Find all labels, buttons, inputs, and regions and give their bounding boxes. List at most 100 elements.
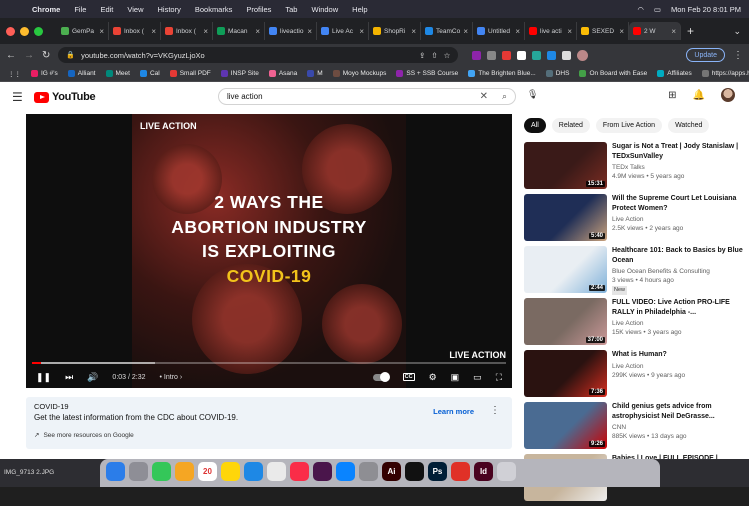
- bookmark-item[interactable]: Alliant: [67, 70, 96, 77]
- chip-from-live-action[interactable]: From Live Action: [595, 118, 663, 133]
- bookmark-item[interactable]: The Brighten Blue...: [468, 70, 536, 77]
- video-title[interactable]: What is Human?: [612, 350, 685, 360]
- video-thumbnail[interactable]: 9:26: [524, 402, 607, 449]
- slack-icon[interactable]: [313, 462, 332, 481]
- search-input[interactable]: live action ✕ ⌕: [218, 88, 516, 105]
- settings-gear-icon[interactable]: ⚙: [429, 372, 437, 383]
- browser-tab[interactable]: Untitled ×: [473, 22, 525, 40]
- menu-help[interactable]: Help: [352, 5, 367, 14]
- close-tab-icon[interactable]: ×: [359, 27, 364, 36]
- chrome-icon[interactable]: [267, 462, 286, 481]
- autoplay-toggle[interactable]: [372, 371, 390, 382]
- photoshop-icon[interactable]: Ps: [428, 462, 447, 481]
- search-icon[interactable]: ⌕: [502, 91, 507, 102]
- close-tab-icon[interactable]: ×: [619, 27, 624, 36]
- recommended-video[interactable]: 15:31 Sugar is Not a Treat | Jody Stanis…: [524, 142, 744, 193]
- lock-icon[interactable]: 🔒: [66, 51, 75, 59]
- close-tab-icon[interactable]: ×: [567, 27, 572, 36]
- video-frame[interactable]: LIVE ACTION 2 WAYS THE ABORTION INDUSTRY…: [132, 114, 406, 388]
- bookmark-item[interactable]: Affiliates: [657, 70, 692, 77]
- back-button[interactable]: ←: [6, 50, 16, 61]
- video-thumbnail[interactable]: 5:40: [524, 194, 607, 241]
- bookmark-item[interactable]: Moyo Mockups: [332, 70, 386, 77]
- user-avatar[interactable]: [721, 88, 735, 102]
- hamburger-menu-icon[interactable]: ☰: [12, 90, 34, 104]
- bookmark-item[interactable]: DHS: [545, 70, 569, 77]
- minimize-window-button[interactable]: [20, 26, 29, 36]
- settings-icon[interactable]: [359, 462, 378, 481]
- browser-tab[interactable]: Macan ×: [213, 22, 265, 40]
- next-icon[interactable]: ⏭: [65, 372, 73, 383]
- learn-more-link[interactable]: Learn more: [433, 407, 474, 416]
- channel-name[interactable]: Blue Ocean Benefits & Consulting: [612, 267, 744, 276]
- info-panel-menu-icon[interactable]: ⋮: [490, 405, 500, 416]
- bookmark-item[interactable]: SS + SSB Course: [396, 70, 458, 77]
- bookmark-item[interactable]: IG #'s: [31, 70, 58, 77]
- menu-clock[interactable]: Mon Feb 20 8:01 PM: [671, 5, 741, 14]
- recommended-video[interactable]: 5:40 Will the Supreme Court Let Louisian…: [524, 194, 744, 245]
- bookmark-item[interactable]: M: [307, 70, 323, 77]
- acrobat-icon[interactable]: [451, 462, 470, 481]
- video-thumbnail[interactable]: 2:44: [524, 246, 607, 293]
- recommended-video[interactable]: 2:44 Healthcare 101: Back to Basics by B…: [524, 246, 744, 297]
- browser-tab[interactable]: TeamCo ×: [421, 22, 473, 40]
- notifications-bell-icon[interactable]: 🔔: [693, 90, 705, 101]
- address-bar[interactable]: 🔒 youtube.com/watch?v=VKGyuzLjoXo ⇪ ⇧ ☆: [58, 47, 459, 63]
- close-tab-icon[interactable]: ×: [255, 27, 260, 36]
- share-icon[interactable]: ⇧: [431, 51, 437, 60]
- reload-button[interactable]: ↻: [42, 50, 50, 61]
- video-progress-bar[interactable]: [32, 362, 506, 364]
- desktop-file-label[interactable]: IMG_9713 2.JPG: [4, 469, 54, 476]
- illustrator-icon[interactable]: Ai: [382, 462, 401, 481]
- browser-tab[interactable]: live acti ×: [525, 22, 577, 40]
- trash-icon[interactable]: [497, 462, 516, 481]
- figma-icon[interactable]: [405, 462, 424, 481]
- chip-watched[interactable]: Watched: [668, 118, 710, 133]
- volume-icon[interactable]: 🔊: [87, 372, 98, 383]
- channel-name[interactable]: Live Action: [612, 362, 685, 371]
- more-menu-icon[interactable]: ⋮: [733, 50, 743, 61]
- menu-edit[interactable]: Edit: [100, 5, 113, 14]
- video-player[interactable]: LIVE ACTION 2 WAYS THE ABORTION INDUSTRY…: [26, 114, 512, 388]
- clear-search-icon[interactable]: ✕: [480, 91, 488, 102]
- menu-bookmarks[interactable]: Bookmarks: [195, 5, 233, 14]
- chip-all[interactable]: All: [524, 118, 546, 133]
- browser-tab[interactable]: GemPa ×: [57, 22, 109, 40]
- indesign-icon[interactable]: Id: [474, 462, 493, 481]
- close-window-button[interactable]: [6, 26, 15, 36]
- captions-icon[interactable]: CC: [402, 373, 415, 381]
- browser-tab[interactable]: Inbox ( ×: [161, 22, 213, 40]
- zoom-window-button[interactable]: [34, 26, 43, 36]
- miniplayer-icon[interactable]: ▣: [451, 372, 460, 383]
- menu-window[interactable]: Window: [311, 5, 338, 14]
- recommended-video[interactable]: 9:26 Child genius gets advice from astro…: [524, 402, 744, 453]
- profile-avatar[interactable]: [577, 49, 589, 61]
- battery-icon[interactable]: ▭: [654, 5, 661, 14]
- browser-tab[interactable]: Live Ac ×: [317, 22, 369, 40]
- chip-related[interactable]: Related: [551, 118, 590, 133]
- close-tab-icon[interactable]: ×: [99, 27, 104, 36]
- pause-icon[interactable]: ❚❚: [36, 372, 51, 383]
- photos-icon[interactable]: [175, 462, 194, 481]
- music-icon[interactable]: [290, 462, 309, 481]
- calendar-icon[interactable]: 20: [198, 462, 217, 481]
- bookmark-item[interactable]: Cal: [139, 70, 160, 77]
- appstore-icon[interactable]: [336, 462, 355, 481]
- youtube-logo[interactable]: YouTube: [34, 91, 96, 103]
- voice-search-icon[interactable]: 🎙: [527, 89, 538, 100]
- install-app-icon[interactable]: ⇪: [419, 51, 425, 60]
- bookmark-item[interactable]: On Board with Ease: [579, 70, 647, 77]
- menu-tab[interactable]: Tab: [285, 5, 297, 14]
- puzzle-icon[interactable]: [562, 50, 572, 60]
- chapter-label[interactable]: • Intro ›: [160, 374, 183, 381]
- notes-icon[interactable]: [221, 462, 240, 481]
- channel-name[interactable]: Live Action: [612, 215, 744, 224]
- close-tab-icon[interactable]: ×: [671, 27, 676, 36]
- extension-icon[interactable]: [487, 50, 497, 60]
- extension-icon[interactable]: [517, 50, 527, 60]
- video-title[interactable]: Will the Supreme Court Let Louisiana Pro…: [612, 194, 744, 213]
- menu-file[interactable]: File: [74, 5, 86, 14]
- more-resources-link[interactable]: ↗ See more resources on Google: [34, 431, 504, 440]
- extension-icon[interactable]: [532, 50, 542, 60]
- video-thumbnail[interactable]: 37:00: [524, 298, 607, 345]
